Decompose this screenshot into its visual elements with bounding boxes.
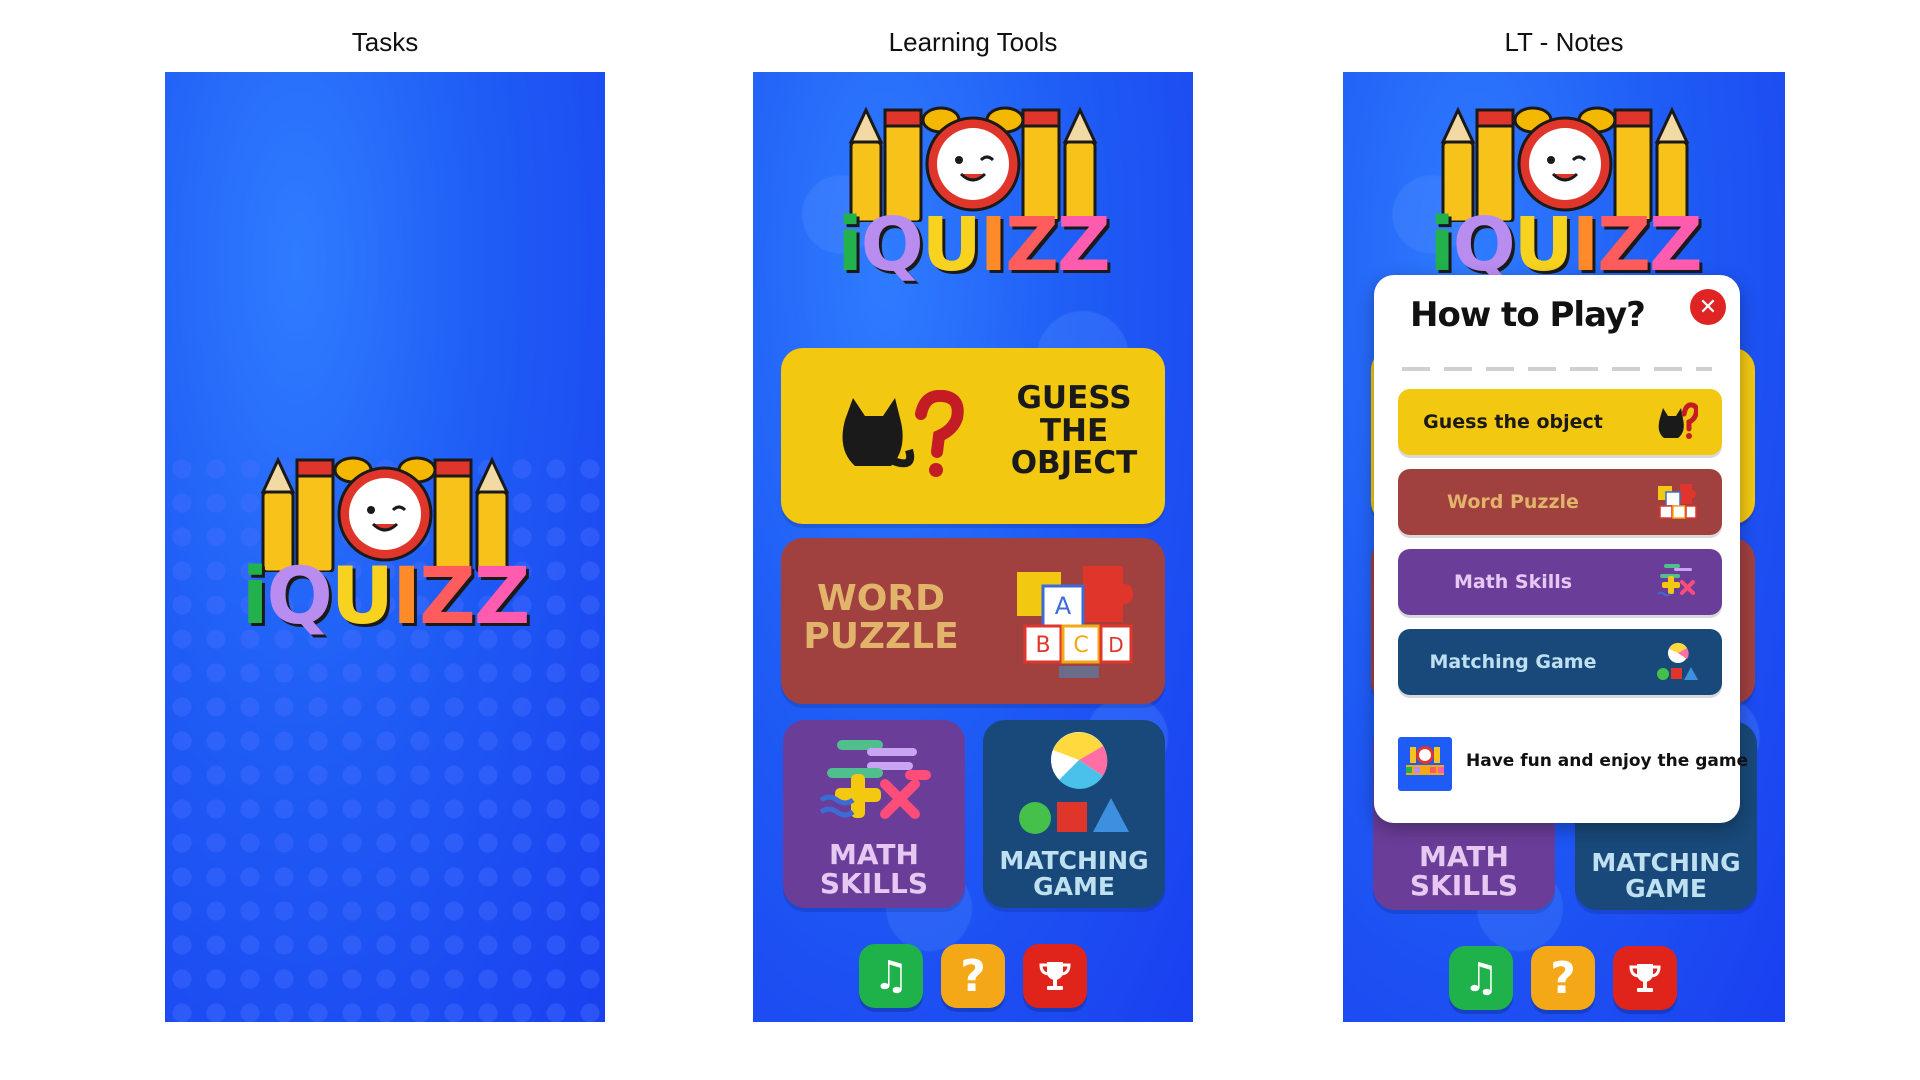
- music-button[interactable]: ♫: [1449, 946, 1513, 1010]
- help-button[interactable]: ?: [1531, 946, 1595, 1010]
- modal-footer-text: Have fun and enjoy the game: [1466, 751, 1749, 771]
- iquizz-logo: iQUIZZ: [235, 452, 535, 652]
- math-skills-label: MATH SKILLS: [1409, 840, 1519, 903]
- logo-wordmark: iQUIZZ: [241, 552, 531, 642]
- guess-the-object-item[interactable]: Guess the object: [1398, 389, 1722, 455]
- matching-game-item-label: Matching Game: [1429, 651, 1597, 673]
- guess-the-object-item-label: Guess the object: [1423, 411, 1603, 433]
- modal-title: How to Play?: [1410, 295, 1646, 335]
- math-symbols-icon: [819, 740, 931, 819]
- math-skills-item-label: Math Skills: [1453, 571, 1573, 593]
- help-icon: ?: [960, 950, 986, 1002]
- matching-game-label: MATCHING GAME: [1591, 848, 1741, 904]
- abc-blocks-icon: [1658, 484, 1697, 519]
- guess-the-object-button[interactable]: GUESS THE OBJECT: [781, 348, 1165, 524]
- iquizz-logo: iQUIZZ: [823, 102, 1123, 292]
- word-puzzle-button[interactable]: WORD PUZZLE A B C D: [781, 538, 1165, 704]
- word-puzzle-label: WORD PUZZLE: [803, 578, 959, 657]
- svg-text:B: B: [1035, 633, 1050, 658]
- music-icon: ♫: [873, 953, 909, 999]
- guess-the-object-label: GUESS THE OBJECT: [1010, 380, 1138, 482]
- svg-text:C: C: [1073, 633, 1088, 658]
- math-skills-button[interactable]: MATH SKILLS: [783, 720, 965, 908]
- how-to-play-screen: iQUIZZ MATH SKILLS MATCHING GAME How to …: [1343, 72, 1785, 1022]
- trophy-icon: [1629, 964, 1661, 992]
- abc-blocks-icon: A B C D: [1017, 566, 1133, 678]
- word-puzzle-item[interactable]: Word Puzzle: [1398, 469, 1722, 535]
- iquizz-thumbnail: [1398, 737, 1452, 791]
- matching-game-label: MATCHING GAME: [999, 846, 1149, 902]
- svg-text:A: A: [1055, 592, 1072, 620]
- logo-wordmark: iQUIZZ: [837, 202, 1110, 288]
- shapes-icon: [1019, 732, 1129, 834]
- svg-text:D: D: [1108, 633, 1123, 657]
- trophy-button[interactable]: [1023, 944, 1087, 1008]
- word-puzzle-item-label: Word Puzzle: [1447, 491, 1579, 513]
- trophy-button[interactable]: [1613, 946, 1677, 1010]
- how-to-play-modal: How to Play? ✕ Guess the object Word Puz…: [1374, 275, 1748, 823]
- splash-screen: iQUIZZ: [165, 72, 605, 1022]
- caption-learning-tools: Learning Tools: [888, 27, 1058, 57]
- shapes-icon: [1657, 642, 1698, 680]
- music-button[interactable]: ♫: [859, 944, 923, 1008]
- caption-lt-notes: LT - Notes: [1504, 27, 1624, 57]
- help-icon: ?: [1550, 952, 1576, 1004]
- music-icon: ♫: [1463, 955, 1499, 1001]
- math-skills-label: MATH SKILLS: [819, 838, 929, 901]
- learning-tools-screen: iQUIZZ GUESS THE OBJECT WORD PUZZLE A B …: [753, 72, 1193, 1022]
- close-button[interactable]: ✕: [1690, 289, 1726, 325]
- math-symbols-icon: [1657, 564, 1695, 597]
- caption-tasks: Tasks: [351, 27, 419, 57]
- math-skills-item[interactable]: Math Skills: [1398, 549, 1722, 615]
- dashed-divider: [1402, 367, 1712, 371]
- cat-question-icon: [842, 390, 964, 477]
- matching-game-button[interactable]: MATCHING GAME: [983, 720, 1165, 908]
- close-icon: ✕: [1698, 294, 1718, 320]
- trophy-icon: [1039, 962, 1071, 990]
- help-button[interactable]: ?: [941, 944, 1005, 1008]
- matching-game-item[interactable]: Matching Game: [1398, 629, 1722, 695]
- iquizz-logo: iQUIZZ: [1415, 102, 1715, 292]
- cat-question-icon: [1658, 402, 1698, 439]
